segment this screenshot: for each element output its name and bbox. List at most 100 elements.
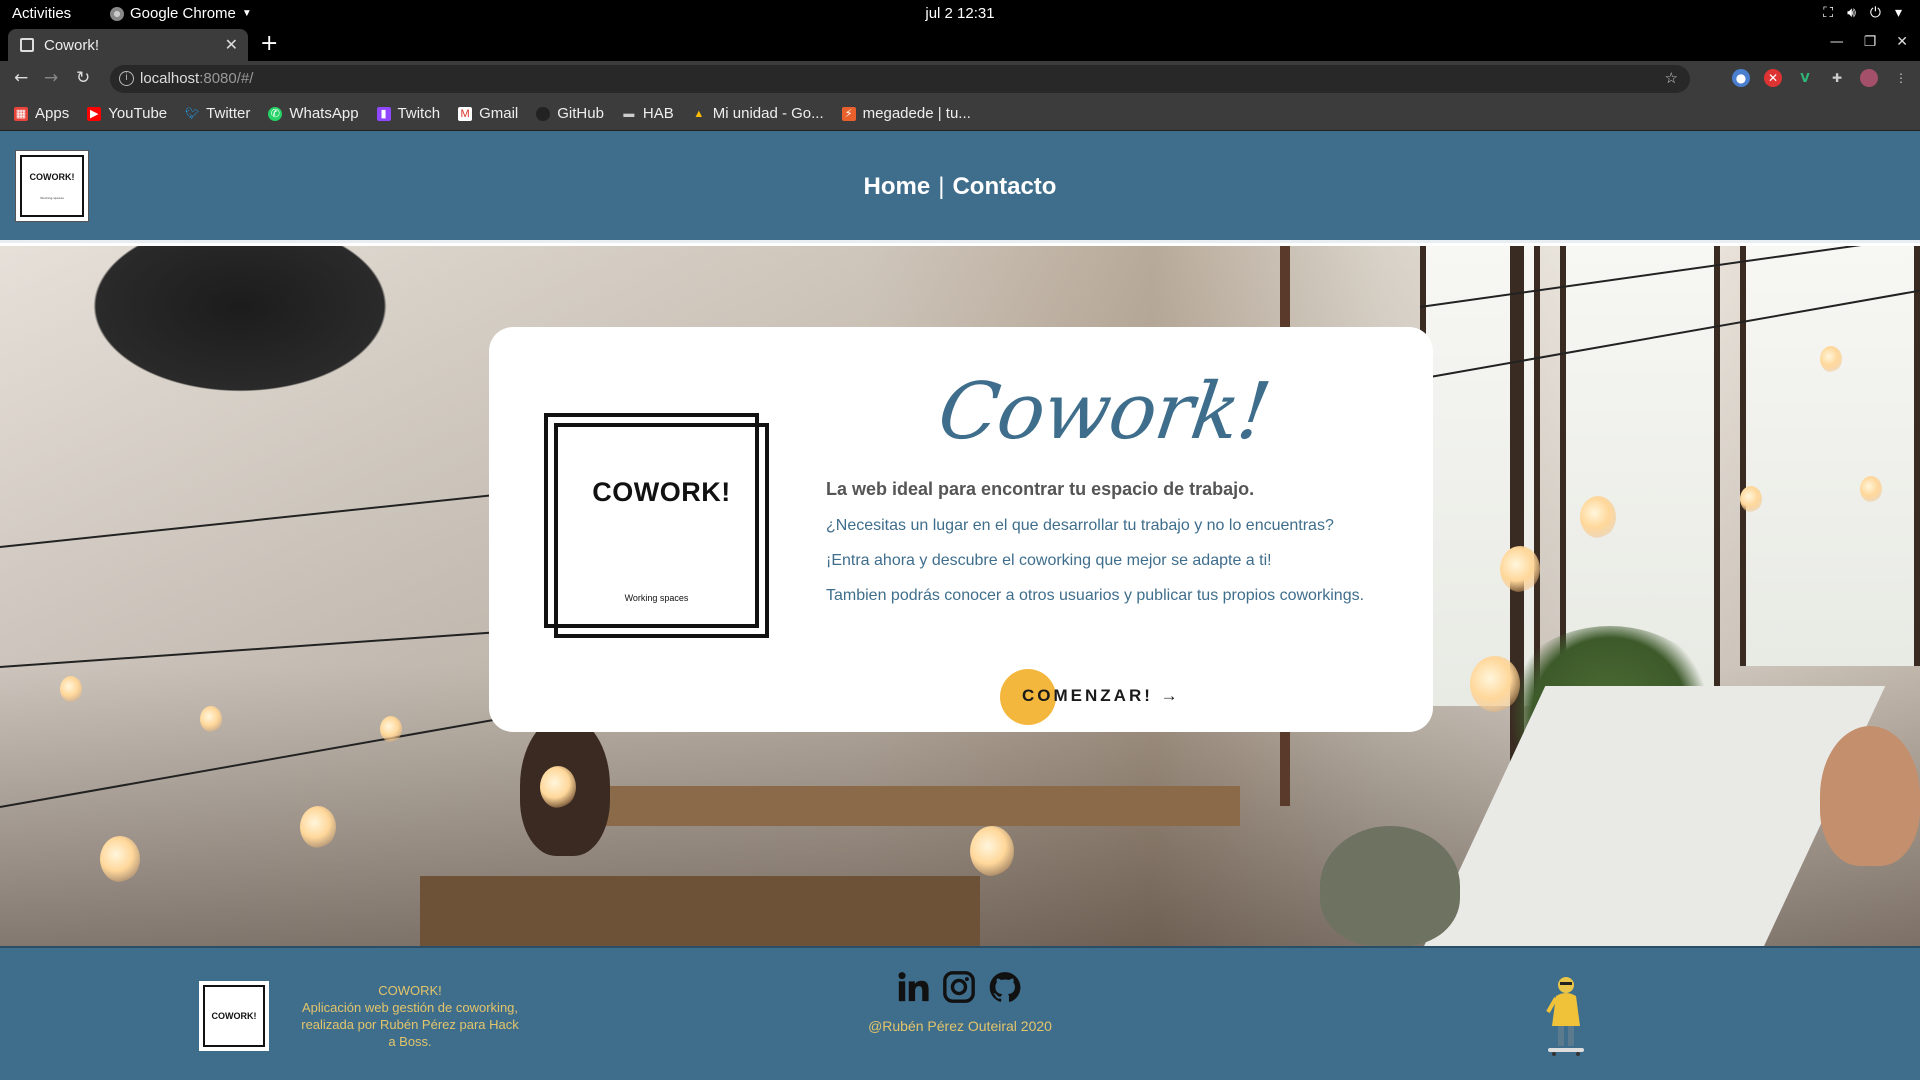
bookmark-youtube[interactable]: ▶ YouTube xyxy=(87,105,167,122)
gmail-icon: M xyxy=(458,106,473,121)
bulb-decoration xyxy=(970,826,1014,876)
hero-background: COWORK! Working spaces Cowork! La web id… xyxy=(0,246,1920,946)
bookmark-apps[interactable]: ▦ Apps xyxy=(14,105,69,122)
bulb-decoration xyxy=(380,716,402,742)
bookmark-github[interactable]: GitHub xyxy=(536,105,604,122)
bulb-decoration xyxy=(300,806,336,848)
bulb-decoration xyxy=(1470,656,1520,712)
bookmark-twitch[interactable]: ▮ Twitch xyxy=(376,105,440,122)
google-drive-icon: ▲ xyxy=(693,107,705,120)
nav-home[interactable]: Home xyxy=(864,173,931,200)
address-bar[interactable]: i localhost:8080/#/ ☆ xyxy=(110,65,1690,93)
hero-line: Tambien podrás conocer a otros usuarios … xyxy=(826,587,1365,604)
adblock-icon[interactable]: ✕ xyxy=(1764,69,1782,87)
hero-lead: La web ideal para encontrar tu espacio d… xyxy=(826,479,1255,499)
cta-label: COMENZAR! → xyxy=(1022,686,1181,705)
hero-logo-text: COWORK! xyxy=(592,477,731,507)
mascot-avatar xyxy=(1546,977,1584,1056)
bookmark-hab[interactable]: ▬ HAB xyxy=(622,105,673,122)
url-host: localhost xyxy=(140,70,200,87)
folder-icon: ▬ xyxy=(623,107,635,120)
page-favicon-icon xyxy=(20,38,34,52)
vue-devtools-icon[interactable]: V xyxy=(1796,69,1814,87)
menu-kebab-icon[interactable]: ⋮ xyxy=(1892,69,1910,87)
github-icon xyxy=(536,106,551,121)
site-header: COWORK! Working spaces Home | Contacto xyxy=(0,131,1920,243)
minimize-icon[interactable]: — xyxy=(1830,34,1844,50)
hero-card: COWORK! Working spaces Cowork! La web id… xyxy=(489,327,1433,732)
hero-logo: COWORK! Working spaces xyxy=(544,413,769,638)
bulb-decoration xyxy=(1740,486,1762,512)
power-icon: ⏻ xyxy=(1869,4,1881,20)
back-icon[interactable]: ← xyxy=(14,68,28,88)
github-icon[interactable] xyxy=(988,970,1022,1004)
megadede-icon: ⚡︎ xyxy=(841,106,856,121)
bulb-decoration xyxy=(1860,476,1882,502)
puzzle-extensions-icon[interactable]: ✚ xyxy=(1828,69,1846,87)
browser-tab[interactable]: Cowork! ✕ xyxy=(8,29,248,61)
window-controls: — ❐ ✕ xyxy=(1830,34,1908,50)
logo-border xyxy=(554,423,769,638)
new-tab-button[interactable]: + xyxy=(260,31,278,56)
profile-avatar[interactable] xyxy=(1860,69,1878,87)
extensions-area: ● ✕ V ✚ ⋮ xyxy=(1732,69,1910,87)
volume-icon: 🔊︎ xyxy=(1847,4,1856,20)
bulb-decoration xyxy=(1580,496,1616,538)
hero-line: ¡Entra ahora y descubre el coworking que… xyxy=(826,552,1272,569)
bookmark-drive[interactable]: ▲ Mi unidad - Go... xyxy=(692,105,823,122)
twitch-icon: ▮ xyxy=(376,106,391,121)
chevron-down-icon: ▾ xyxy=(1894,4,1902,20)
url-path: :8080/#/ xyxy=(199,70,254,87)
main-nav: Home | Contacto xyxy=(0,173,1920,201)
social-links xyxy=(896,970,1022,1004)
bulb-decoration xyxy=(60,676,82,702)
table-decoration xyxy=(1414,686,1886,946)
apps-grid-icon: ▦ xyxy=(14,106,28,121)
restore-icon[interactable]: ❐ xyxy=(1864,34,1877,50)
bookmark-whatsapp[interactable]: ✆ WhatsApp xyxy=(268,105,359,122)
footer-about-text: Aplicación web gestión de coworking, rea… xyxy=(301,1000,519,1049)
bookmark-star-icon[interactable]: ☆ xyxy=(1665,65,1678,93)
bookmark-twitter[interactable]: 🐦︎ Twitter xyxy=(185,105,250,122)
start-button[interactable]: COMENZAR! → xyxy=(1000,669,1178,725)
desk-decoration xyxy=(420,876,980,946)
footer-about: COWORK! Aplicación web gestión de cowork… xyxy=(300,982,520,1050)
hero-line: ¿Necesitas un lugar en el que desarrolla… xyxy=(826,517,1334,534)
reload-icon[interactable]: ↻ xyxy=(76,68,90,88)
close-window-icon[interactable]: ✕ xyxy=(1896,34,1908,50)
bookmarks-bar: ▦ Apps ▶ YouTube 🐦︎ Twitter ✆ WhatsApp ▮ Twit… xyxy=(0,97,1920,131)
extension-icon[interactable]: ● xyxy=(1732,69,1750,87)
info-icon[interactable]: i xyxy=(119,71,134,86)
close-tab-icon[interactable]: ✕ xyxy=(225,35,238,55)
bulb-decoration xyxy=(540,766,576,808)
copyright: @Rubén Pérez Outeiral 2020 xyxy=(868,1018,1052,1034)
bookmark-gmail[interactable]: M Gmail xyxy=(458,105,518,122)
logo-text: COWORK! xyxy=(211,1011,257,1021)
tab-strip: Cowork! ✕ xyxy=(0,27,1920,61)
os-top-bar: Activities Google Chrome ▼ jul 2 12:31 ⛶… xyxy=(0,0,1920,27)
nav-separator: | xyxy=(938,173,945,200)
site-footer: COWORK! COWORK! Aplicación web gestión d… xyxy=(0,946,1920,1080)
footer-about-title: COWORK! xyxy=(378,983,442,998)
window-decoration xyxy=(1560,246,1720,686)
desk-decoration xyxy=(540,786,1240,826)
footer-logo[interactable]: COWORK! xyxy=(199,981,269,1051)
forward-icon[interactable]: → xyxy=(44,68,58,88)
bulb-decoration xyxy=(100,836,140,882)
hero-logo-subtitle: Working spaces xyxy=(624,593,689,603)
bulb-decoration xyxy=(200,706,222,732)
person-decoration xyxy=(1320,826,1460,946)
bookmark-megadede[interactable]: ⚡︎ megadede | tu... xyxy=(841,105,971,122)
bulb-decoration xyxy=(1820,346,1842,372)
instagram-icon[interactable] xyxy=(942,970,976,1004)
wire-decoration xyxy=(0,491,518,548)
bulb-decoration xyxy=(1500,546,1540,592)
linkedin-icon[interactable] xyxy=(896,970,930,1004)
person-decoration xyxy=(1820,726,1920,866)
clock[interactable]: jul 2 12:31 xyxy=(0,5,1920,22)
system-tray[interactable]: ⛶ 🔊︎ ⏻ ▾ xyxy=(1823,4,1902,21)
nav-contact[interactable]: Contacto xyxy=(952,173,1056,200)
whatsapp-icon: ✆ xyxy=(268,106,283,121)
network-icon: ⛶ xyxy=(1823,4,1834,20)
brand-title: Cowork! xyxy=(933,367,1275,457)
